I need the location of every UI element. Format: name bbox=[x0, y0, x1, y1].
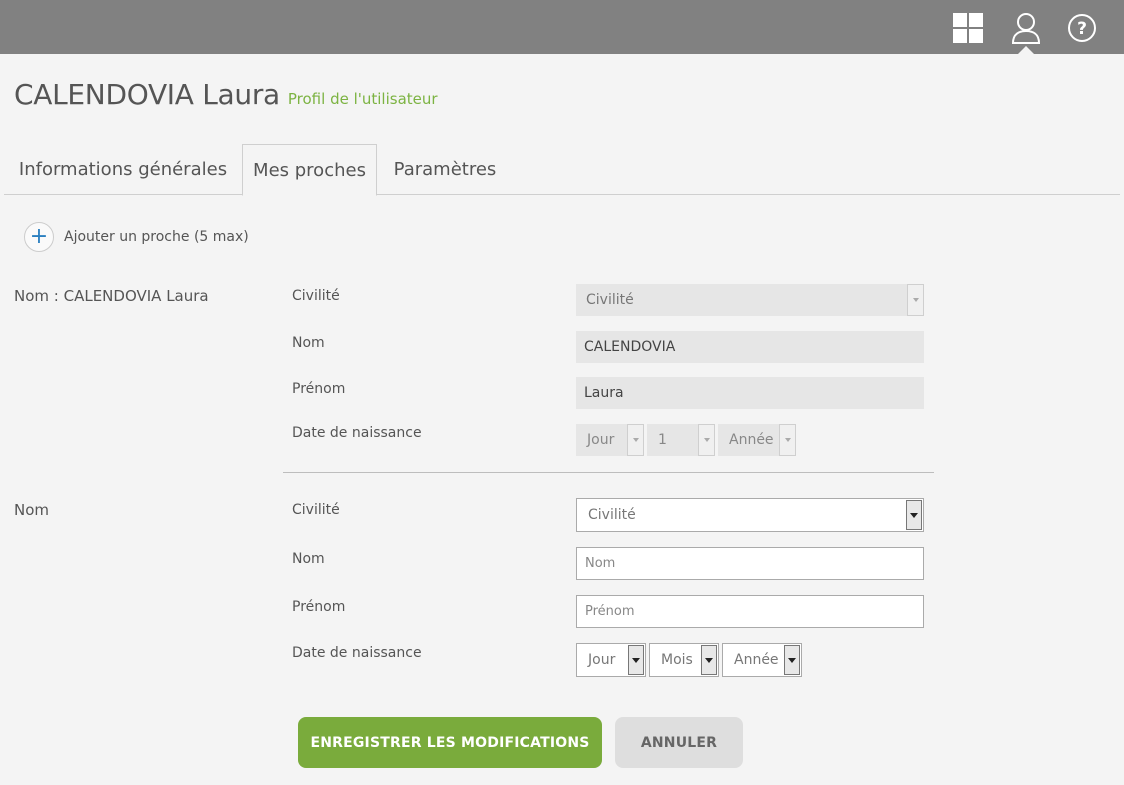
dob-day-select[interactable]: Jour bbox=[576, 643, 646, 677]
user-icon[interactable] bbox=[1006, 8, 1046, 48]
add-relative-button[interactable]: + Ajouter un proche (5 max) bbox=[24, 222, 249, 252]
chevron-down-icon bbox=[779, 424, 796, 456]
dob-year-value: Année bbox=[734, 652, 779, 668]
cancel-button[interactable]: ANNULER bbox=[615, 717, 743, 768]
civilite-label: Civilité bbox=[292, 288, 340, 304]
chevron-down-icon bbox=[698, 424, 715, 456]
relative-1-nom-value: CALENDOVIA bbox=[584, 339, 676, 355]
tab-mes-proches[interactable]: Mes proches bbox=[242, 144, 377, 196]
page-subtitle: Profil de l'utilisateur bbox=[287, 90, 438, 108]
relative-1-prenom-value: Laura bbox=[584, 385, 624, 401]
relative-1-name-label: Nom : CALENDOVIA Laura bbox=[14, 287, 209, 305]
user-name: CALENDOVIA Laura bbox=[14, 78, 280, 111]
section-divider bbox=[283, 472, 934, 473]
top-bar: ? bbox=[0, 0, 1124, 54]
civilite-select-value: Civilité bbox=[588, 507, 636, 523]
page-title: CALENDOVIA Laura Profil de l'utilisateur bbox=[14, 78, 438, 111]
grid-icon[interactable] bbox=[948, 8, 988, 48]
tab-parametres[interactable]: Paramètres bbox=[380, 144, 510, 195]
relative-1-dob-year-value: Année bbox=[729, 432, 774, 448]
chevron-down-icon[interactable] bbox=[906, 500, 922, 530]
plus-icon[interactable]: + bbox=[24, 222, 54, 252]
chevron-down-icon bbox=[907, 284, 924, 316]
nom-label: Nom bbox=[292, 551, 325, 567]
tab-informations-generales[interactable]: Informations générales bbox=[4, 144, 242, 195]
nom-input-placeholder: Nom bbox=[585, 556, 616, 571]
date-naissance-label: Date de naissance bbox=[292, 645, 422, 661]
dob-month-value: Mois bbox=[661, 652, 693, 668]
chevron-down-icon[interactable] bbox=[701, 645, 717, 675]
nom-input[interactable]: Nom bbox=[576, 547, 924, 580]
active-menu-caret bbox=[1018, 46, 1034, 54]
relative-1-prenom-field: Laura bbox=[576, 377, 924, 409]
svg-text:?: ? bbox=[1077, 19, 1087, 39]
relative-1-civilite-select: Civilité bbox=[576, 284, 924, 316]
add-relative-label: Ajouter un proche (5 max) bbox=[64, 229, 249, 245]
dob-month-select[interactable]: Mois bbox=[649, 643, 719, 677]
dob-day-value: Jour bbox=[588, 652, 616, 668]
save-button[interactable]: ENREGISTRER LES MODIFICATIONS bbox=[298, 717, 602, 768]
relative-1-civilite-value: Civilité bbox=[586, 292, 634, 308]
chevron-down-icon[interactable] bbox=[784, 645, 800, 675]
chevron-down-icon[interactable] bbox=[628, 645, 644, 675]
help-icon[interactable]: ? bbox=[1062, 8, 1102, 48]
civilite-label: Civilité bbox=[292, 502, 340, 518]
prenom-label: Prénom bbox=[292, 381, 346, 397]
date-naissance-label: Date de naissance bbox=[292, 425, 422, 441]
chevron-down-icon bbox=[627, 424, 644, 456]
relative-1-dob-day-value: Jour bbox=[587, 432, 615, 448]
relative-new-name-label: Nom bbox=[14, 501, 50, 519]
nom-label: Nom bbox=[292, 335, 325, 351]
civilite-select[interactable]: Civilité bbox=[576, 498, 924, 532]
relative-1-dob-day-select: Jour bbox=[576, 424, 644, 456]
prenom-input-placeholder: Prénom bbox=[585, 604, 635, 619]
relative-1-dob-month-select: 1 bbox=[647, 424, 715, 456]
relative-1-dob-month-value: 1 bbox=[658, 432, 667, 448]
tab-bar: Informations générales Mes proches Param… bbox=[4, 144, 1120, 196]
relative-1-dob-year-select: Année bbox=[718, 424, 796, 456]
prenom-input[interactable]: Prénom bbox=[576, 595, 924, 628]
prenom-label: Prénom bbox=[292, 599, 346, 615]
dob-year-select[interactable]: Année bbox=[722, 643, 802, 677]
relative-1-nom-field: CALENDOVIA bbox=[576, 331, 924, 363]
